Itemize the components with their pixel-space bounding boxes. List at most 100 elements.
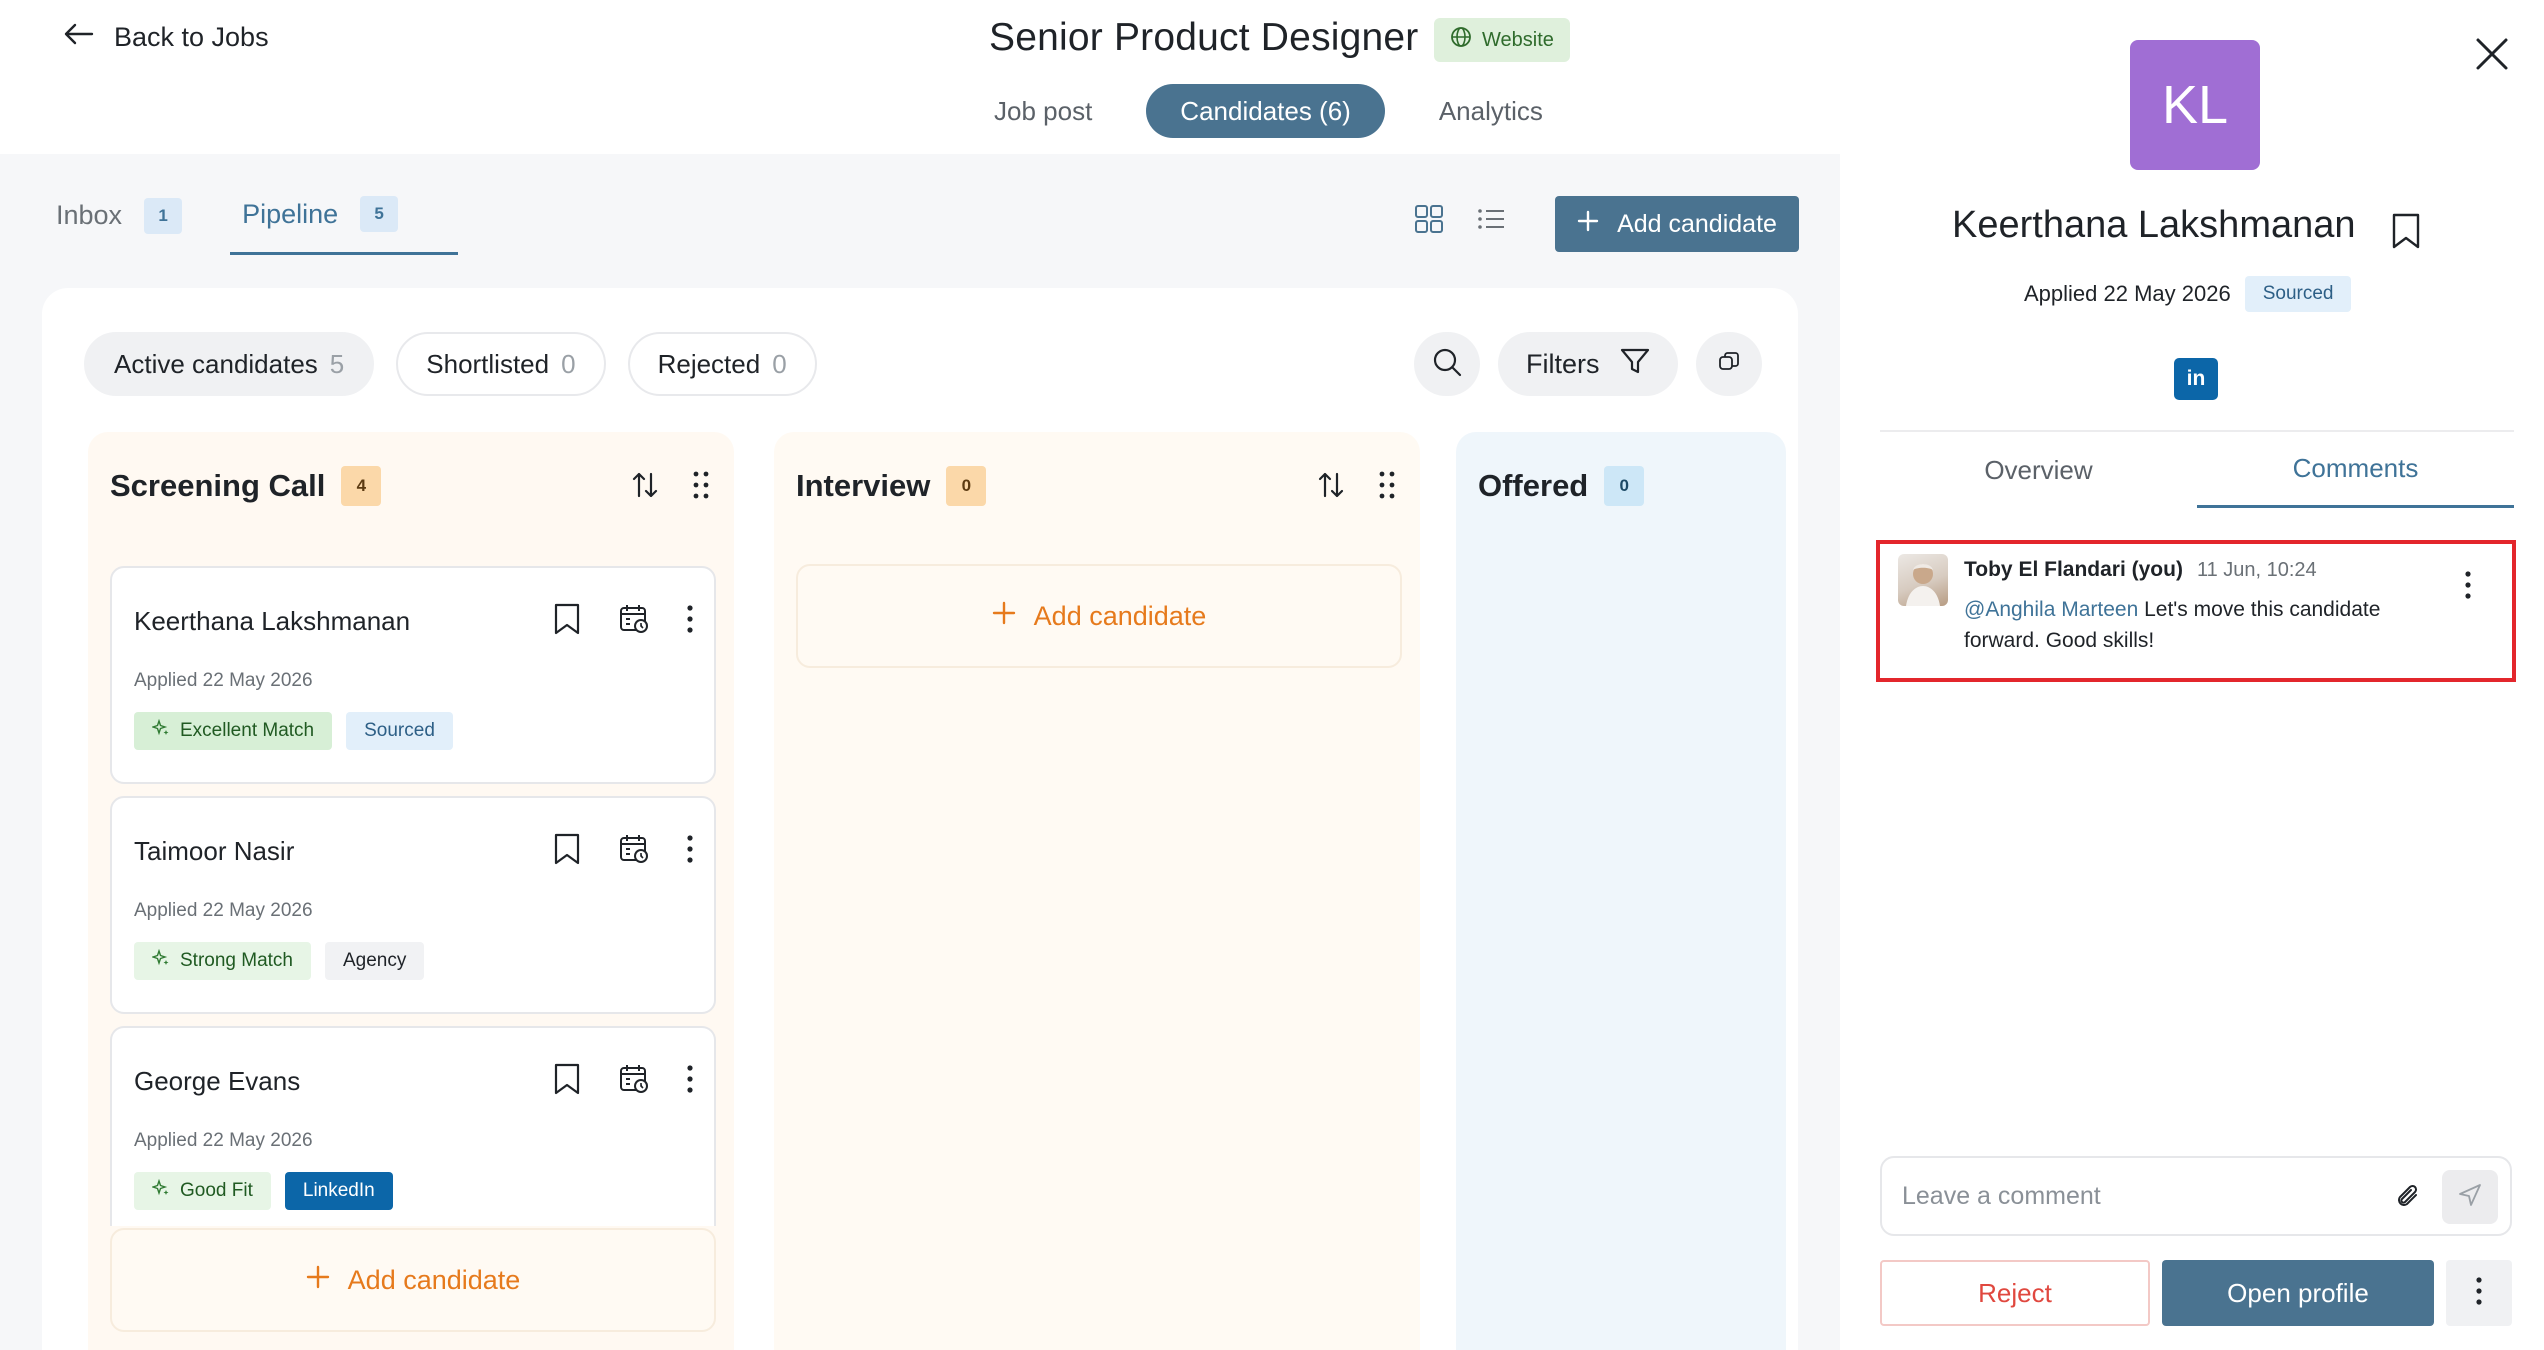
- sort-icon[interactable]: [632, 470, 658, 505]
- chip-count: 5: [329, 348, 345, 379]
- match-label: Good Fit: [180, 1180, 253, 1201]
- filters-button[interactable]: Filters: [1498, 332, 1678, 396]
- bookmark-icon[interactable]: [552, 1062, 582, 1101]
- more-vertical-icon[interactable]: [686, 1064, 694, 1099]
- tab-pipeline[interactable]: Pipeline 5: [230, 196, 459, 255]
- comment-composer: [1880, 1156, 2512, 1236]
- comment-input[interactable]: [1902, 1181, 2382, 1211]
- collapse-button[interactable]: [1695, 332, 1762, 396]
- status-chips: Active candidates 5 Shortlisted 0 Reject…: [84, 332, 817, 396]
- add-candidate-slot-label: Add candidate: [347, 1264, 521, 1295]
- chip-shortlisted[interactable]: Shortlisted 0: [396, 332, 606, 396]
- back-to-jobs-link[interactable]: Back to Jobs: [62, 22, 269, 53]
- job-header: Back to Jobs Senior Product Designer Web…: [0, 0, 1840, 154]
- pipeline-count: 5: [360, 196, 399, 232]
- column-offered: Offered 0: [1456, 432, 1786, 1350]
- calendar-icon[interactable]: [618, 833, 650, 870]
- comment-text: @Anghila Marteen Let's move this candida…: [1964, 594, 2404, 656]
- more-actions-button[interactable]: [2446, 1260, 2512, 1326]
- chip-active-candidates[interactable]: Active candidates 5: [84, 332, 375, 396]
- card-tags: Excellent Match Sourced: [134, 712, 453, 750]
- arrow-left-icon: [62, 22, 94, 53]
- list-view-icon[interactable]: [1476, 204, 1506, 239]
- more-vertical-icon[interactable]: [686, 604, 694, 639]
- drag-handle-icon[interactable]: [692, 470, 710, 505]
- add-candidate-slot[interactable]: Add candidate: [110, 1228, 716, 1332]
- applied-date: Applied 22 May 2026: [134, 900, 313, 921]
- back-label: Back to Jobs: [114, 22, 269, 52]
- add-candidate-button[interactable]: Add candidate: [1555, 196, 1799, 252]
- candidate-card[interactable]: George Evans Applied 22 May 2026 Good Fi…: [110, 1026, 716, 1226]
- source-tag: Agency: [325, 942, 425, 980]
- column-title: Offered: [1478, 468, 1589, 503]
- calendar-icon[interactable]: [618, 1063, 650, 1100]
- sparkle-icon: [150, 948, 170, 973]
- bookmark-icon[interactable]: [552, 602, 582, 641]
- close-icon[interactable]: [2474, 36, 2510, 77]
- tab-job-post[interactable]: Job post: [960, 84, 1126, 138]
- add-candidate-label: Add candidate: [1617, 209, 1777, 238]
- sort-icon[interactable]: [1318, 470, 1344, 505]
- comment-item: Toby El Flandari (you) 11 Jun, 10:24 @An…: [1876, 540, 2516, 682]
- column-header: Offered 0: [1478, 466, 1645, 506]
- column-actions: [1318, 470, 1396, 505]
- column-count: 0: [1604, 466, 1645, 506]
- tab-overview[interactable]: Overview: [1880, 432, 2197, 508]
- source-badge-label: Website: [1482, 28, 1554, 51]
- add-candidate-slot[interactable]: Add candidate: [796, 564, 1402, 668]
- tab-inbox[interactable]: Inbox 1: [56, 196, 183, 255]
- chip-count: 0: [772, 348, 787, 379]
- add-candidate-slot-label: Add candidate: [1033, 600, 1207, 631]
- column-header: Screening Call 4: [110, 466, 382, 506]
- applied-info: Applied 22 May 2026 Sourced: [2024, 276, 2352, 312]
- source-tag: LinkedIn: [284, 1172, 393, 1210]
- tab-inbox-label: Inbox: [56, 200, 123, 230]
- column-actions: [632, 470, 710, 505]
- tab-analytics[interactable]: Analytics: [1405, 84, 1577, 138]
- applied-date: Applied 22 May 2026: [2024, 281, 2231, 306]
- chip-rejected[interactable]: Rejected 0: [627, 332, 817, 396]
- column-title: Interview: [796, 468, 931, 503]
- bookmark-icon[interactable]: [2390, 212, 2422, 255]
- pipeline-board: Active candidates 5 Shortlisted 0 Reject…: [42, 288, 1798, 1350]
- search-button[interactable]: [1414, 332, 1480, 396]
- calendar-icon[interactable]: [618, 603, 650, 640]
- candidate-name-heading: Keerthana Lakshmanan: [1952, 204, 2356, 246]
- candidate-card[interactable]: Taimoor Nasir Applied 22 May 2026 Strong…: [110, 796, 716, 1014]
- match-tag: Good Fit: [134, 1172, 271, 1210]
- mention-link[interactable]: @Anghila Marteen: [1964, 598, 2138, 621]
- more-vertical-icon[interactable]: [2464, 570, 2472, 605]
- card-actions: [552, 832, 694, 871]
- drag-handle-icon[interactable]: [1378, 470, 1396, 505]
- tab-pipeline-label: Pipeline: [242, 198, 339, 229]
- copy-icon: [1718, 351, 1740, 378]
- funnel-icon: [1620, 347, 1650, 382]
- tab-comments[interactable]: Comments: [2197, 432, 2514, 508]
- paperclip-icon[interactable]: [2394, 1182, 2424, 1217]
- sparkle-icon: [150, 718, 170, 743]
- reject-button[interactable]: Reject: [1880, 1260, 2150, 1326]
- candidate-name: Taimoor Nasir: [134, 836, 295, 866]
- source-tag: Sourced: [2244, 276, 2352, 312]
- inbox-count: 1: [144, 197, 183, 234]
- column-title: Screening Call: [110, 468, 326, 503]
- candidate-name: George Evans: [134, 1066, 301, 1096]
- tab-candidates[interactable]: Candidates (6): [1146, 84, 1385, 138]
- filters-label: Filters: [1526, 348, 1600, 379]
- grid-view-icon[interactable]: [1414, 204, 1444, 239]
- column-interview: Interview 0 Add candidate: [774, 432, 1420, 1350]
- match-label: Excellent Match: [180, 720, 315, 741]
- source-badge: Website: [1434, 18, 1570, 62]
- linkedin-icon[interactable]: in: [2174, 358, 2218, 400]
- candidate-subtabs: Inbox 1 Pipeline 5: [56, 196, 459, 255]
- candidate-card[interactable]: Keerthana Lakshmanan Applied 22 May 2026…: [110, 566, 716, 784]
- send-button[interactable]: [2442, 1170, 2498, 1224]
- card-tags: Good Fit LinkedIn: [134, 1172, 393, 1210]
- more-vertical-icon[interactable]: [686, 834, 694, 869]
- plus-icon: [306, 1265, 330, 1296]
- chip-label: Shortlisted: [426, 348, 550, 379]
- open-profile-button[interactable]: Open profile: [2162, 1260, 2434, 1326]
- comment-author: Toby El Flandari (you): [1964, 558, 2183, 581]
- pipeline-area: Inbox 1 Pipeline 5 Add candidate Active …: [0, 154, 1840, 1350]
- bookmark-icon[interactable]: [552, 832, 582, 871]
